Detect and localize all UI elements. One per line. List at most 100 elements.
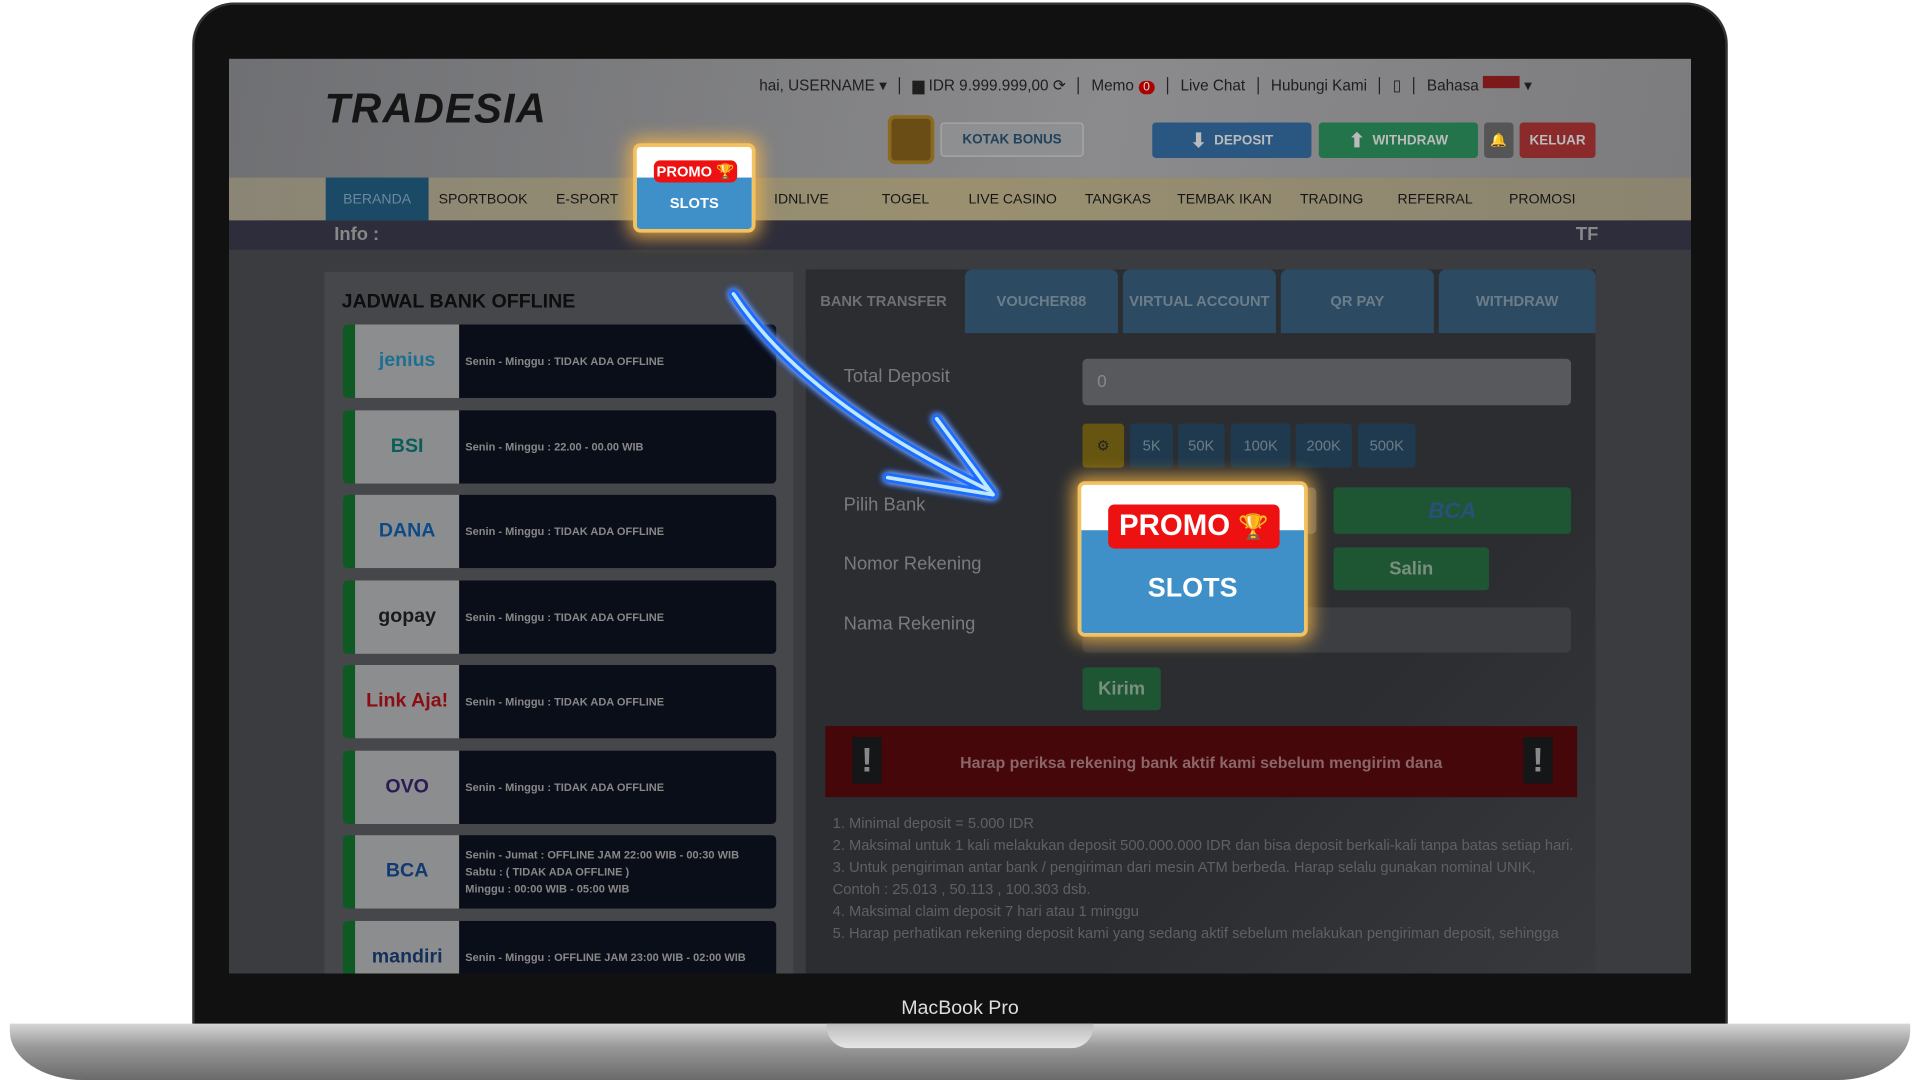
copy-button[interactable]: Salin xyxy=(1333,547,1489,591)
status-strip xyxy=(342,664,356,739)
deposit-label: DEPOSIT xyxy=(1214,132,1274,148)
chip-500k[interactable]: 500K xyxy=(1357,423,1416,468)
info-marquee: TF xyxy=(1575,224,1599,245)
promo-badge-text: PROMO xyxy=(1119,509,1231,543)
tab-bank-transfer[interactable]: BANK TRANSFER xyxy=(805,269,962,334)
nav-tangkas[interactable]: TANGKAS xyxy=(1074,178,1162,221)
info-label: Info : xyxy=(334,224,380,245)
nav-promosi[interactable]: PROMOSI xyxy=(1490,178,1594,221)
balance: ▆ IDR 9.999.999,00 ⟳ xyxy=(912,77,1066,95)
status-strip xyxy=(342,494,356,569)
nav-live-casino[interactable]: LIVE CASINO xyxy=(958,178,1068,221)
submit-button[interactable]: Kirim xyxy=(1082,667,1161,711)
schedule-text: Senin - Minggu : TIDAK ADA OFFLINE xyxy=(459,324,777,398)
language-select[interactable]: Bahasa ▾ xyxy=(1426,75,1532,95)
schedule-line: Senin - Minggu : TIDAK ADA OFFLINE xyxy=(465,355,665,368)
logout-button[interactable]: KELUAR xyxy=(1519,122,1596,158)
withdraw-button[interactable]: ⬆ WITHDRAW xyxy=(1318,122,1478,158)
schedule-text: Senin - Minggu : OFFLINE JAM 23:00 WIB -… xyxy=(459,920,777,974)
tab-qr-pay[interactable]: QR PAY xyxy=(1280,269,1434,334)
account-number-label: Nomor Rekening xyxy=(843,553,982,575)
schedule-line: Senin - Minggu : TIDAK ADA OFFLINE xyxy=(465,610,665,623)
status-strip xyxy=(342,835,356,909)
bank-logo: BCA xyxy=(355,835,460,909)
memo-label: Memo xyxy=(1091,76,1134,94)
exclamation-icon: ! xyxy=(1523,737,1553,784)
status-strip xyxy=(342,750,356,824)
account-name-label: Nama Rekening xyxy=(843,613,976,635)
screen: TRADESIA hai, USERNAME ▾ ▆ IDR 9.999.999… xyxy=(228,58,1692,974)
chip-100k[interactable]: 100K xyxy=(1230,423,1291,468)
schedule-line: Sabtu : ( TIDAK ADA OFFLINE ) xyxy=(465,865,630,878)
rule-item: 3. Untuk pengiriman antar bank / pengiri… xyxy=(832,858,1536,898)
laptop-mockup: MacBook Pro TRADESIA hai, USERNAME ▾ ▆ I… xyxy=(0,0,1920,1080)
divider xyxy=(1379,76,1381,94)
tab-virtual-account[interactable]: VIRTUAL ACCOUNT xyxy=(1122,269,1276,334)
total-deposit-input[interactable]: 0 xyxy=(1082,358,1572,406)
memo-link[interactable]: Memo 0 xyxy=(1091,76,1155,94)
rule-item: 5. Harap perhatikan rekening deposit kam… xyxy=(832,924,1559,942)
schedule-text: Senin - Minggu : TIDAK ADA OFFLINE xyxy=(459,750,777,824)
schedule-text: Senin - Minggu : 22.00 - 00.00 WIB xyxy=(459,409,777,484)
treasure-chest-icon xyxy=(887,115,935,165)
bank-logo: Link Aja! xyxy=(355,664,460,739)
chip-5k[interactable]: 5K xyxy=(1130,423,1174,468)
schedule-text: Senin - Minggu : TIDAK ADA OFFLINE xyxy=(459,494,777,569)
nav-slots-promo[interactable]: PROMO 🏆 SLOTS xyxy=(633,143,756,233)
chip-50k[interactable]: 50K xyxy=(1177,423,1225,468)
deposit-button[interactable]: ⬇ DEPOSIT xyxy=(1152,122,1312,158)
nav-tembak-ikan[interactable]: TEMBAK IKAN xyxy=(1168,178,1281,221)
bell-icon[interactable]: 🔔 xyxy=(1484,122,1514,158)
chip-200k[interactable]: 200K xyxy=(1295,423,1352,468)
status-strip xyxy=(342,920,356,974)
contact-link[interactable]: Hubungi Kami xyxy=(1271,77,1367,94)
offline-schedule-panel: JADWAL BANK OFFLINE jenius Senin - Minggu… xyxy=(324,271,794,974)
arrow-up-icon: ⬆ xyxy=(1348,130,1366,152)
panel-title: JADWAL BANK OFFLINE xyxy=(341,291,576,313)
slots-label: SLOTS xyxy=(636,177,752,229)
bank-schedule-row: DANA Senin - Minggu : TIDAK ADA OFFLINE xyxy=(342,494,777,569)
bank-logo: DANA xyxy=(355,494,460,569)
refresh-icon[interactable]: ⟳ xyxy=(1053,77,1066,94)
tab-voucher88[interactable]: VOUCHER88 xyxy=(964,269,1118,334)
divider xyxy=(1413,76,1415,94)
bonus-box-button[interactable]: KOTAK BONUS xyxy=(940,122,1084,157)
nav-idnlive[interactable]: IDNLIVE xyxy=(743,178,859,221)
nav-referral[interactable]: REFERRAL xyxy=(1386,178,1484,221)
arrow-down-icon: ⬇ xyxy=(1190,130,1207,152)
schedule-line: Senin - Jumat : OFFLINE JAM 22:00 WIB - … xyxy=(465,848,740,861)
gear-icon[interactable]: ⚙ xyxy=(1082,423,1125,468)
bank-schedule-row: gopay Senin - Minggu : TIDAK ADA OFFLINE xyxy=(342,579,777,654)
site-logo[interactable]: TRADESIA xyxy=(324,86,547,134)
nav-sportbook[interactable]: SPORTBOOK xyxy=(431,178,535,221)
nav-trading[interactable]: TRADING xyxy=(1286,178,1378,221)
live-chat-link[interactable]: Live Chat xyxy=(1181,77,1246,94)
bank-logo: BSI xyxy=(355,409,460,484)
deposit-rules: 1. Minimal deposit = 5.000 IDR 2. Maksim… xyxy=(833,812,1580,944)
rule-item: 2. Maksimal untuk 1 kali melakukan depos… xyxy=(832,836,1574,854)
nav-togel[interactable]: TOGEL xyxy=(860,178,952,221)
tab-withdraw[interactable]: WITHDRAW xyxy=(1438,269,1596,334)
slots-promo-callout[interactable]: PROMO 🏆 SLOTS xyxy=(1077,481,1308,637)
bank-logo: mandiri xyxy=(355,920,460,974)
device-label: MacBook Pro xyxy=(901,997,1019,1019)
mobile-icon[interactable]: ▯ xyxy=(1393,76,1401,94)
warning-text: Harap periksa rekening bank aktif kami s… xyxy=(960,752,1443,771)
nav-esport[interactable]: E-SPORT xyxy=(541,178,633,221)
bank-schedule-row: BCA Senin - Jumat : OFFLINE JAM 22:00 WIB… xyxy=(342,835,777,909)
bank-logo: jenius xyxy=(355,324,460,398)
bank-logo: gopay xyxy=(355,579,460,654)
bank-schedule-row: BSI Senin - Minggu : 22.00 - 00.00 WIB xyxy=(342,409,777,484)
bank-logo: OVO xyxy=(355,750,460,824)
language-label: Bahasa xyxy=(1426,77,1479,95)
rule-item: 1. Minimal deposit = 5.000 IDR xyxy=(832,814,1034,832)
trophy-icon: 🏆 xyxy=(1238,513,1269,541)
schedule-line: Minggu : 00:00 WIB - 05:00 WIB xyxy=(465,882,630,896)
user-menu[interactable]: hai, USERNAME ▾ xyxy=(759,76,887,94)
nav-beranda[interactable]: BERANDA xyxy=(325,177,429,221)
status-strip xyxy=(342,409,356,484)
schedule-line: Senin - Minggu : TIDAK ADA OFFLINE xyxy=(465,780,665,793)
site-header: TRADESIA hai, USERNAME ▾ ▆ IDR 9.999.999… xyxy=(228,58,1692,178)
schedule-line: Senin - Minggu : OFFLINE JAM 23:00 WIB -… xyxy=(465,950,746,964)
promo-badge-text: PROMO xyxy=(656,162,713,181)
